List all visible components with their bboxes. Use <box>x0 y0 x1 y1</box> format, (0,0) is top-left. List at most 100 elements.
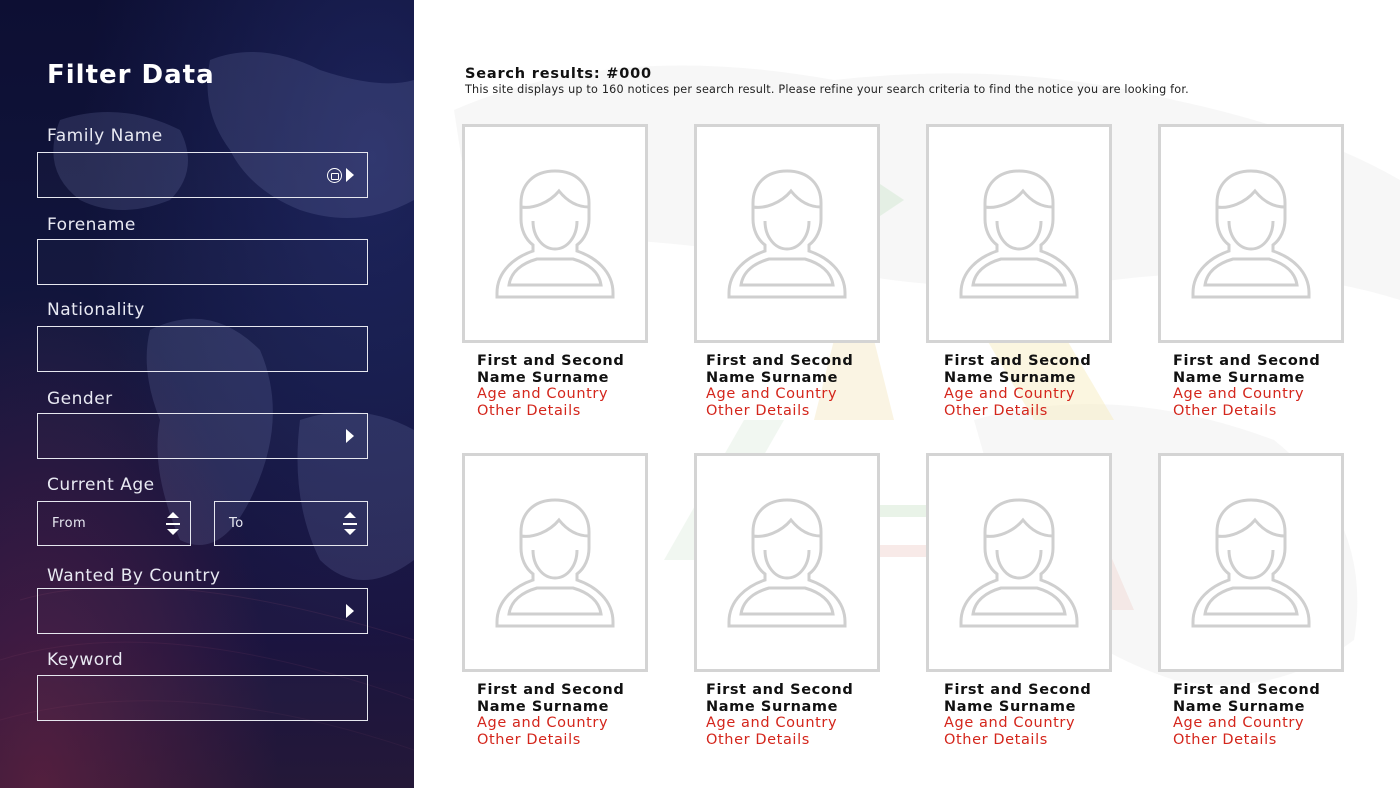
gender-label: Gender <box>47 389 113 409</box>
notice-name-line2: Name Surname <box>1173 698 1306 715</box>
wanted-by-country-input[interactable] <box>38 589 367 633</box>
nationality-label: Nationality <box>47 300 145 320</box>
person-placeholder-icon <box>495 497 615 627</box>
notice-other-details: Other Details <box>477 731 581 748</box>
notice-name-line1: First and Second <box>944 682 1092 698</box>
autofill-icon[interactable] <box>327 168 342 183</box>
keyword-label: Keyword <box>47 650 124 670</box>
notice-name-line2: Name Surname <box>706 698 839 715</box>
wanted-by-country-label: Wanted By Country <box>47 566 221 586</box>
notice-info: First and Second Name Surname Age and Co… <box>706 353 853 419</box>
notice-card[interactable]: First and Second Name Surname Age and Co… <box>462 453 648 748</box>
notice-info: First and Second Name Surname Age and Co… <box>944 682 1091 748</box>
notice-photo[interactable] <box>462 453 648 672</box>
person-placeholder-icon <box>727 497 847 627</box>
notice-info: First and Second Name Surname Age and Co… <box>706 682 853 748</box>
notice-name-line2: Name Surname <box>944 369 1077 386</box>
keyword-input[interactable] <box>38 676 367 720</box>
notice-card[interactable]: First and Second Name Surname Age and Co… <box>694 124 880 419</box>
notice-info: First and Second Name Surname Age and Co… <box>477 682 624 748</box>
notice-age-country: Age and Country <box>1173 715 1305 731</box>
notice-age-country: Age and Country <box>1173 386 1305 402</box>
age-to-stepper-icon[interactable] <box>343 512 357 536</box>
age-to-field[interactable]: To <box>214 501 368 546</box>
dropdown-arrow-icon[interactable] <box>346 604 354 618</box>
gender-input[interactable] <box>38 414 367 458</box>
notice-photo[interactable] <box>1158 453 1344 672</box>
notice-name-line1: First and Second <box>706 682 854 698</box>
notice-name-line1: First and Second <box>1173 682 1321 698</box>
stepper-up-icon[interactable] <box>167 512 179 518</box>
notice-photo[interactable] <box>926 453 1112 672</box>
gender-select[interactable] <box>37 413 368 459</box>
forename-field[interactable] <box>37 239 368 285</box>
notice-name-line1: First and Second <box>1173 353 1321 369</box>
stepper-down-icon[interactable] <box>344 529 356 535</box>
forename-input[interactable] <box>38 240 367 284</box>
notice-other-details: Other Details <box>1173 731 1277 748</box>
nationality-input[interactable] <box>38 327 367 371</box>
family-name-label: Family Name <box>47 126 163 146</box>
person-placeholder-icon <box>727 168 847 298</box>
notice-name-line2: Name Surname <box>944 698 1077 715</box>
filter-title: Filter Data <box>47 60 215 90</box>
person-placeholder-icon <box>959 168 1079 298</box>
notice-photo[interactable] <box>462 124 648 343</box>
wanted-by-country-select[interactable] <box>37 588 368 634</box>
results-count-title: Search results: #000 <box>465 66 652 82</box>
notice-card[interactable]: First and Second Name Surname Age and Co… <box>462 124 648 419</box>
family-name-field[interactable] <box>37 152 368 198</box>
notice-other-details: Other Details <box>944 402 1048 419</box>
family-name-input[interactable] <box>38 153 367 197</box>
notice-card[interactable]: First and Second Name Surname Age and Co… <box>694 453 880 748</box>
play-arrow-icon[interactable] <box>346 168 354 182</box>
notice-photo[interactable] <box>694 453 880 672</box>
notice-name-line1: First and Second <box>477 353 625 369</box>
notice-age-country: Age and Country <box>944 715 1076 731</box>
current-age-label: Current Age <box>47 475 155 495</box>
notice-name-line2: Name Surname <box>1173 369 1306 386</box>
notice-info: First and Second Name Surname Age and Co… <box>944 353 1091 419</box>
forename-label: Forename <box>47 215 136 235</box>
notice-other-details: Other Details <box>1173 402 1277 419</box>
notice-other-details: Other Details <box>706 731 810 748</box>
person-placeholder-icon <box>959 497 1079 627</box>
stepper-up-icon[interactable] <box>344 512 356 518</box>
notice-age-country: Age and Country <box>706 715 838 731</box>
notice-name-line2: Name Surname <box>477 698 610 715</box>
person-placeholder-icon <box>495 168 615 298</box>
notice-age-country: Age and Country <box>706 386 838 402</box>
notice-name-line2: Name Surname <box>477 369 610 386</box>
notice-age-country: Age and Country <box>944 386 1076 402</box>
notice-age-country: Age and Country <box>477 715 609 731</box>
age-from-placeholder: From <box>52 516 87 531</box>
notice-name-line1: First and Second <box>944 353 1092 369</box>
notice-name-line2: Name Surname <box>706 369 839 386</box>
notice-card[interactable]: First and Second Name Surname Age and Co… <box>926 124 1112 419</box>
notice-info: First and Second Name Surname Age and Co… <box>477 353 624 419</box>
stepper-down-icon[interactable] <box>167 529 179 535</box>
person-placeholder-icon <box>1191 497 1311 627</box>
notice-photo[interactable] <box>926 124 1112 343</box>
nationality-field[interactable] <box>37 326 368 372</box>
notice-name-line1: First and Second <box>477 682 625 698</box>
notice-card[interactable]: First and Second Name Surname Age and Co… <box>926 453 1112 748</box>
notice-other-details: Other Details <box>477 402 581 419</box>
notice-other-details: Other Details <box>944 731 1048 748</box>
results-info-text: This site displays up to 160 notices per… <box>465 83 1189 96</box>
age-to-placeholder: To <box>229 516 244 531</box>
notice-photo[interactable] <box>694 124 880 343</box>
results-panel: Search results: #000 This site displays … <box>414 0 1400 788</box>
notice-info: First and Second Name Surname Age and Co… <box>1173 682 1320 748</box>
notice-card[interactable]: First and Second Name Surname Age and Co… <box>1158 124 1344 419</box>
notice-age-country: Age and Country <box>477 386 609 402</box>
filter-sidebar: Filter Data Family Name Forename Nationa… <box>0 0 414 788</box>
keyword-field[interactable] <box>37 675 368 721</box>
notice-card[interactable]: First and Second Name Surname Age and Co… <box>1158 453 1344 748</box>
notice-other-details: Other Details <box>706 402 810 419</box>
person-placeholder-icon <box>1191 168 1311 298</box>
dropdown-arrow-icon[interactable] <box>346 429 354 443</box>
notice-photo[interactable] <box>1158 124 1344 343</box>
age-from-stepper-icon[interactable] <box>166 512 180 536</box>
age-from-field[interactable]: From <box>37 501 191 546</box>
